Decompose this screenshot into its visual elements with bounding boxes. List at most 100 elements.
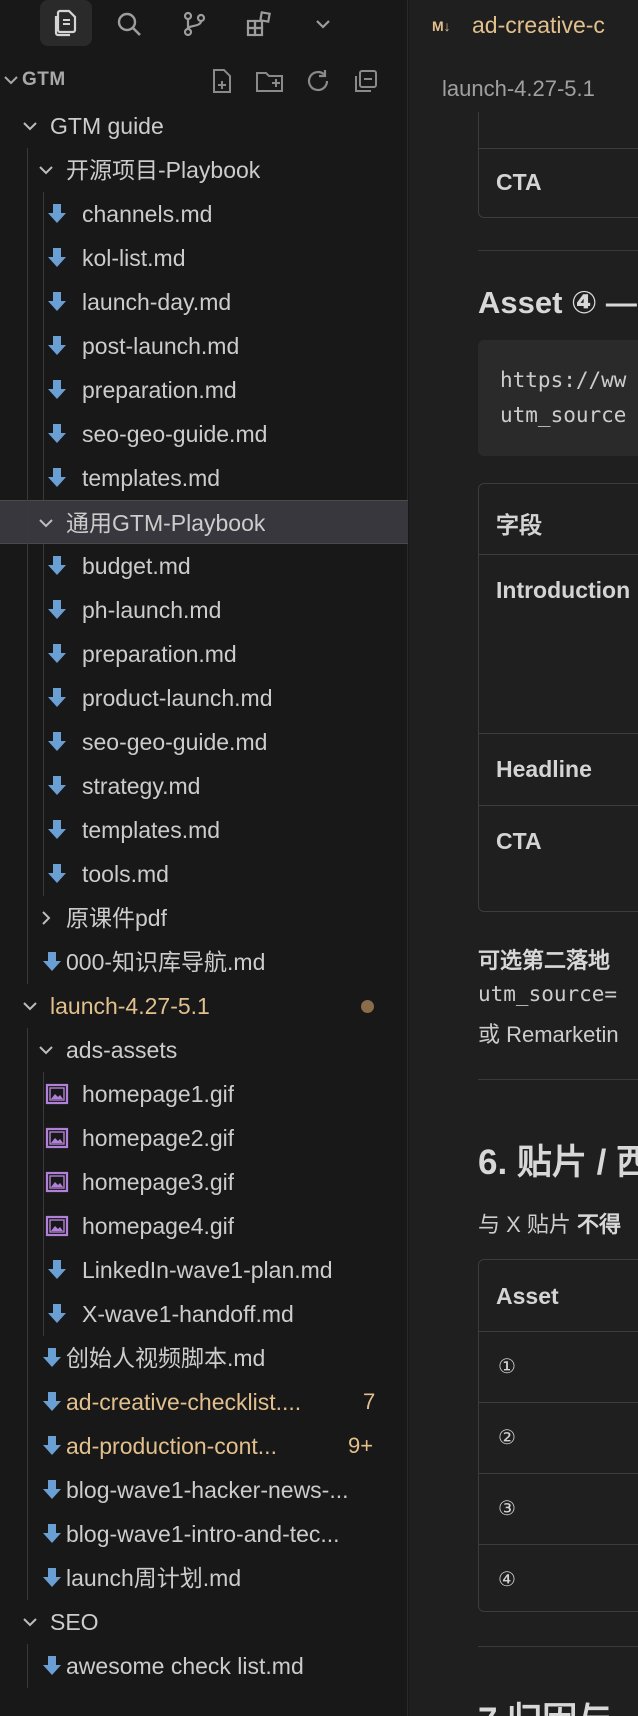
tree-file[interactable]: kol-list.md — [0, 236, 408, 280]
tree-item-label: launch-day.md — [82, 289, 232, 315]
tree-file[interactable]: 000-知识库导航.md — [0, 940, 408, 984]
tree-file[interactable]: homepage1.gif — [0, 1072, 408, 1116]
editor-pane: CTA Asset ④ — https://ww utm_source 字段 I… — [409, 0, 638, 1716]
tree-folder[interactable]: ads-assets — [0, 1028, 408, 1072]
tree-file[interactable]: tools.md — [0, 852, 408, 896]
tree-item-label: homepage3.gif — [82, 1169, 235, 1195]
tree-file[interactable]: preparation.md — [0, 632, 408, 676]
tree-folder[interactable]: 通用GTM-Playbook — [0, 500, 408, 544]
table-row: Introduction — [479, 554, 638, 733]
tree-file[interactable]: strategy.md — [0, 764, 408, 808]
tree-file[interactable]: launch周计划.md — [0, 1556, 408, 1600]
tree-item-label: 原课件pdf — [66, 905, 167, 931]
tree-item-label: budget.md — [82, 553, 191, 579]
tree-file[interactable]: LinkedIn-wave1-plan.md — [0, 1248, 408, 1292]
indent-guide — [43, 1072, 44, 1336]
search-icon[interactable] — [103, 0, 155, 48]
optional-landing-text: 或 Remarketin — [478, 1022, 619, 1047]
tree-file[interactable]: homepage4.gif — [0, 1204, 408, 1248]
table-cell: CTA — [496, 169, 542, 195]
tree-item-label: kol-list.md — [82, 245, 186, 271]
tree-file[interactable]: templates.md — [0, 808, 408, 852]
table-row: ① — [479, 1331, 638, 1402]
optional-landing-code: utm_source= — [478, 982, 618, 1006]
new-file-icon[interactable] — [205, 64, 239, 98]
tree-item-label: blog-wave1-hacker-news-... — [66, 1477, 349, 1503]
markdown-file-icon — [43, 324, 71, 368]
tree-folder[interactable]: 原课件pdf — [0, 896, 408, 940]
tree-file[interactable]: preparation.md — [0, 368, 408, 412]
tree-file[interactable]: blog-wave1-intro-and-tec... — [0, 1512, 408, 1556]
tree-file[interactable]: ph-launch.md — [0, 588, 408, 632]
tree-file[interactable]: 创始人视频脚本.md — [0, 1336, 408, 1380]
tree-file[interactable]: budget.md — [0, 544, 408, 588]
modified-dot — [361, 1000, 374, 1013]
markdown-preview: CTA Asset ④ — https://ww utm_source 字段 I… — [409, 0, 638, 1716]
table-row: CTA — [479, 805, 638, 912]
tree-item-label: templates.md — [82, 465, 221, 491]
markdown-file-icon — [38, 940, 66, 984]
chevron-down-icon[interactable] — [18, 1600, 42, 1644]
chevron-down-icon[interactable] — [18, 984, 42, 1028]
divider — [478, 1079, 638, 1080]
markdown-file-icon — [43, 456, 71, 500]
tab-active[interactable]: M↓ ad-creative-c — [409, 0, 638, 56]
code-block: https://ww utm_source — [478, 340, 638, 456]
tree-file[interactable]: product-launch.md — [0, 676, 408, 720]
tree-item-label: ad-production-cont... — [66, 1433, 277, 1459]
tree-file[interactable]: post-launch.md — [0, 324, 408, 368]
source-control-icon[interactable] — [168, 0, 220, 48]
problem-count-badge: 9+ — [348, 1433, 374, 1458]
table-row: 字段 — [479, 484, 638, 554]
markdown-file-icon — [43, 808, 71, 852]
table-header: 字段 — [496, 512, 542, 538]
chevron-down-icon[interactable] — [34, 1028, 58, 1072]
markdown-file-icon — [43, 236, 71, 280]
tree-file[interactable]: X-wave1-handoff.md — [0, 1292, 408, 1336]
markdown-file-icon — [43, 412, 71, 456]
code-line: https://ww — [500, 368, 627, 392]
tree-file[interactable]: seo-geo-guide.md — [0, 412, 408, 456]
section6-subtext: 与 X 贴片 不得 — [478, 1207, 621, 1239]
tree-file[interactable]: seo-geo-guide.md — [0, 720, 408, 764]
tree-item-label: SEO — [50, 1609, 99, 1635]
asset-table: Asset ① ② ③ ④ — [478, 1259, 638, 1612]
section7-heading: 7 归因与 — [478, 1692, 612, 1716]
tree-folder[interactable]: launch-4.27-5.1 — [0, 984, 408, 1028]
section6-heading: 6. 贴片 / 西 — [478, 1143, 638, 1182]
markdown-file-icon — [43, 852, 71, 896]
tree-folder[interactable]: GTM guide — [0, 104, 408, 148]
tree-folder[interactable]: 开源项目-Playbook — [0, 148, 408, 192]
tab-bar: M↓ ad-creative-c — [409, 0, 638, 56]
tree-file[interactable]: homepage2.gif — [0, 1116, 408, 1160]
chevron-down-icon[interactable] — [34, 501, 58, 545]
explorer-icon[interactable] — [40, 0, 92, 46]
image-file-icon — [43, 1116, 71, 1160]
extensions-icon[interactable] — [233, 0, 285, 48]
collapse-all-icon[interactable] — [349, 64, 383, 98]
tree-folder[interactable]: SEO — [0, 1600, 408, 1644]
tree-item-label: seo-geo-guide.md — [82, 729, 268, 755]
tree-file[interactable]: templates.md — [0, 456, 408, 500]
chevron-down-icon[interactable] — [18, 104, 42, 148]
tree-item-label: launch-4.27-5.1 — [50, 993, 210, 1019]
tree-file[interactable]: launch-day.md — [0, 280, 408, 324]
tree-file[interactable]: homepage3.gif — [0, 1160, 408, 1204]
markdown-icon: M↓ — [432, 18, 451, 34]
image-file-icon — [43, 1160, 71, 1204]
new-folder-icon[interactable] — [253, 64, 287, 98]
tree-file[interactable]: ad-production-cont... 9+ — [0, 1424, 408, 1468]
tree-file[interactable]: ad-creative-checklist.... 7 — [0, 1380, 408, 1424]
chevron-down-icon[interactable] — [297, 0, 349, 48]
tree-item-label: 创始人视频脚本.md — [66, 1345, 266, 1371]
tree-file[interactable]: channels.md — [0, 192, 408, 236]
section-header[interactable]: GTM — [0, 58, 408, 102]
tree-file[interactable]: awesome check list.md — [0, 1644, 408, 1688]
chevron-down-icon[interactable] — [34, 148, 58, 192]
markdown-file-icon — [38, 1556, 66, 1600]
tree-file[interactable]: blog-wave1-hacker-news-... — [0, 1468, 408, 1512]
refresh-icon[interactable] — [301, 64, 335, 98]
image-file-icon — [43, 1072, 71, 1116]
chevron-right-icon[interactable] — [34, 896, 58, 940]
breadcrumb[interactable]: launch-4.27-5.1 — [442, 76, 595, 102]
